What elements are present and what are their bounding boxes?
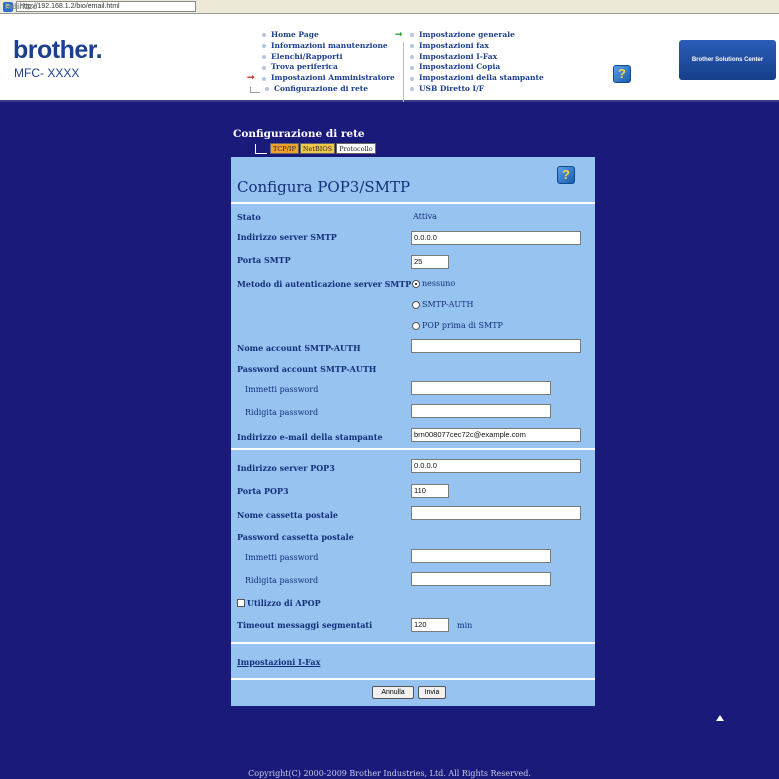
enter-password-label: Immetti password [245, 553, 319, 562]
arrow-right-icon: ➞ [247, 73, 255, 84]
help-icon[interactable]: ? [557, 166, 575, 184]
bullet-icon [410, 33, 414, 38]
brother-logo[interactable]: brother. [13, 36, 103, 65]
mailbox-password-label: Password cassetta postale [237, 532, 354, 542]
bullet-icon [410, 54, 414, 59]
nav-usb-direct[interactable]: USB Diretto I/F [395, 84, 544, 95]
pop3-port-label: Porta POP3 [237, 486, 289, 496]
divider [231, 678, 595, 680]
back-to-top-icon[interactable] [716, 715, 724, 721]
auth-smtp-auth-radio[interactable]: SMTP-AUTH [412, 300, 474, 309]
bullet-icon [410, 65, 414, 70]
tree-elbow-icon [250, 87, 260, 94]
mailbox-name-label: Nome cassetta postale [237, 510, 338, 520]
smtp-server-input[interactable]: 0.0.0.0 [411, 231, 581, 245]
config-tabs: TCP/IP NetBIOS Protocollo [255, 143, 377, 154]
address-label: Indirizzo [5, 2, 38, 11]
tab-tcpip[interactable]: TCP/IP [270, 143, 299, 154]
smtp-password-input[interactable] [411, 381, 551, 395]
status-label: Stato [237, 212, 261, 222]
auth-pop-before-smtp-radio[interactable]: POP prima di SMTP [412, 321, 503, 330]
timeout-label: Timeout messaggi segmentati [237, 620, 373, 630]
copyright: Copyright(C) 2000-2009 Brother Industrie… [248, 769, 531, 778]
tab-protocol[interactable]: Protocollo [336, 143, 376, 154]
divider [231, 202, 595, 204]
tab-netbios[interactable]: NetBIOS [299, 143, 336, 154]
auth-method-label: Metodo di autenticazione server SMTP [237, 279, 412, 289]
bullet-icon [262, 44, 266, 49]
timeout-unit: min [457, 621, 473, 630]
smtp-account-label: Nome account SMTP-AUTH [237, 343, 361, 353]
retype-password-label: Ridigita password [245, 576, 319, 585]
bullet-icon [410, 44, 414, 49]
smtp-server-label: Indirizzo server SMTP [237, 232, 337, 242]
smtp-port-label: Porta SMTP [237, 255, 291, 265]
nav-printer-settings[interactable]: Impostazioni della stampante [395, 73, 544, 84]
header: brother. MFC- XXXX Home Page Informazion… [0, 14, 779, 102]
page-title: Configurazione di rete [233, 128, 365, 140]
smtp-port-input[interactable]: 25 [411, 255, 449, 269]
cancel-button[interactable]: Annulla [372, 686, 414, 699]
mailbox-password-retype-input[interactable] [411, 572, 551, 586]
bullet-icon [410, 76, 414, 81]
nav-right: ➞ Impostazione generale Impostazioni fax … [395, 30, 544, 95]
nav-copy-settings[interactable]: Impostazioni Copia [395, 62, 544, 73]
bullet-icon [262, 65, 266, 70]
bullet-icon [410, 87, 414, 92]
nav-ifax-settings[interactable]: Impostazioni I-Fax [395, 52, 544, 63]
nav-maintenance-info[interactable]: Informazioni manutenzione [247, 41, 395, 52]
radio-icon [412, 321, 420, 330]
checkbox-icon [237, 599, 245, 607]
bullet-icon [262, 33, 266, 38]
radio-selected-icon [412, 279, 420, 288]
printer-email-label: Indirizzo e-mail della stampante [237, 432, 383, 442]
bullet-icon [262, 76, 266, 81]
nav-left: Home Page Informazioni manutenzione Elen… [247, 30, 395, 95]
arrow-right-icon: ➞ [395, 30, 403, 40]
nav-lists-reports[interactable]: Elenchi/Rapporti [247, 52, 395, 63]
timeout-input[interactable]: 120 [411, 618, 449, 632]
nav-general-setup[interactable]: ➞ Impostazione generale [395, 30, 544, 41]
radio-icon [412, 300, 420, 309]
nav-find-device[interactable]: Trova periferica [247, 62, 395, 73]
smtp-password-label: Password account SMTP-AUTH [237, 364, 377, 374]
divider [231, 448, 595, 450]
pop3-server-label: Indirizzo server POP3 [237, 463, 335, 473]
address-bar: Indirizzo e http://192.168.1.2/bio/email… [0, 0, 779, 14]
bullet-icon [262, 54, 266, 59]
pop3-smtp-panel: Configura POP3/SMTP ? Stato Attiva Indir… [231, 157, 595, 706]
mailbox-password-input[interactable] [411, 549, 551, 563]
status-value: Attiva [413, 212, 437, 221]
apop-checkbox[interactable]: Utilizzo di APOP [237, 598, 321, 608]
nav-network-config[interactable]: Configurazione di rete [247, 84, 395, 95]
smtp-account-input[interactable] [411, 339, 581, 353]
auth-none-radio[interactable]: nessuno [412, 279, 455, 288]
smtp-password-retype-input[interactable] [411, 404, 551, 418]
help-icon[interactable]: ? [613, 65, 631, 83]
solutions-center-banner[interactable]: Brother Solutions Center [679, 40, 776, 80]
pop3-server-input[interactable]: 0.0.0.0 [411, 459, 581, 473]
enter-password-label: Immetti password [245, 385, 319, 394]
submit-button[interactable]: Invia [418, 686, 446, 699]
ifax-settings-link[interactable]: Impostazioni I-Fax [237, 657, 320, 667]
mailbox-name-input[interactable] [411, 506, 581, 520]
retype-password-label: Ridigita password [245, 408, 319, 417]
panel-title: Configura POP3/SMTP [237, 178, 411, 196]
nav-admin-settings[interactable]: ➞ Impostazioni Amministratore [247, 73, 395, 84]
nav-home-page[interactable]: Home Page [247, 30, 395, 41]
printer-email-input[interactable]: brn008077cec72c@example.com [411, 428, 581, 442]
pop3-port-input[interactable]: 110 [411, 484, 449, 498]
divider [231, 642, 595, 644]
url-field[interactable]: http://192.168.1.2/bio/email.html [16, 1, 196, 12]
bullet-icon [265, 87, 269, 92]
model-name: MFC- XXXX [14, 66, 80, 80]
nav-fax-settings[interactable]: Impostazioni fax [395, 41, 544, 52]
tree-elbow-icon [255, 144, 267, 154]
